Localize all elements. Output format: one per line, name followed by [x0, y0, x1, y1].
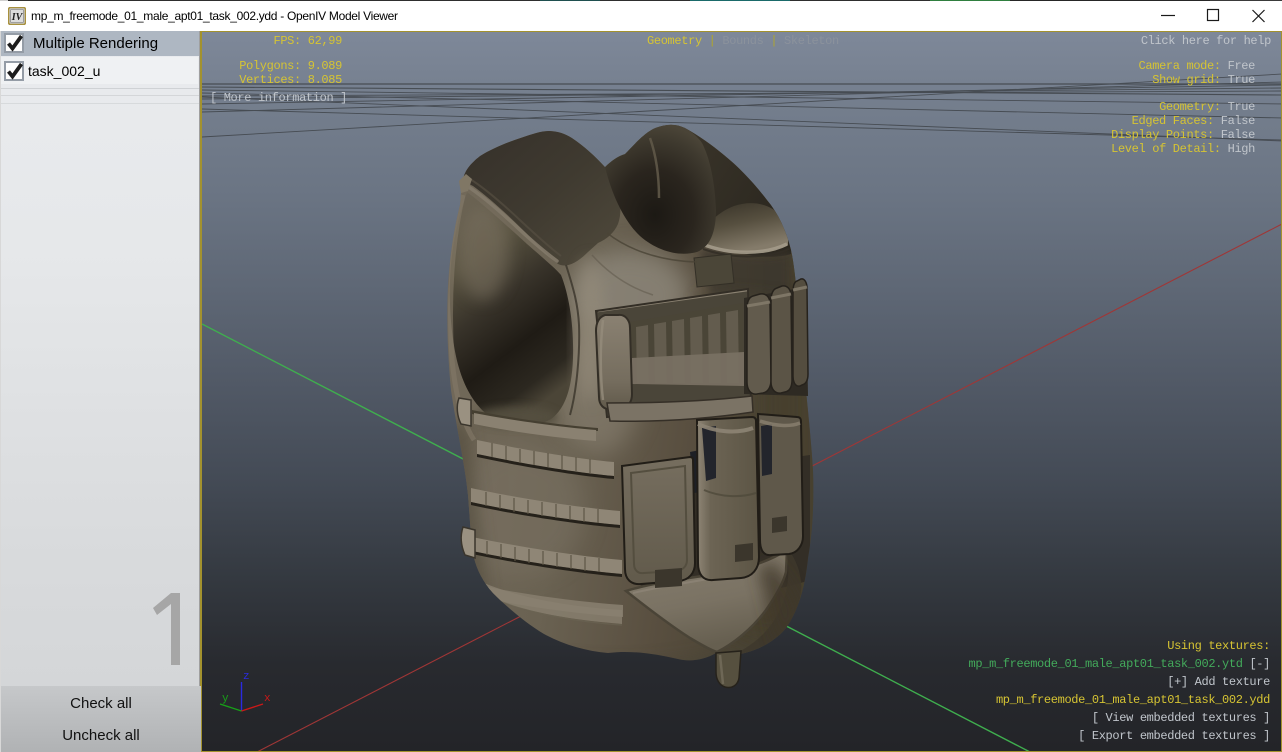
svg-text:IV: IV: [11, 12, 24, 23]
svg-text:z: z: [243, 671, 250, 683]
svg-text:y: y: [222, 693, 229, 705]
svg-text:x: x: [264, 693, 271, 705]
